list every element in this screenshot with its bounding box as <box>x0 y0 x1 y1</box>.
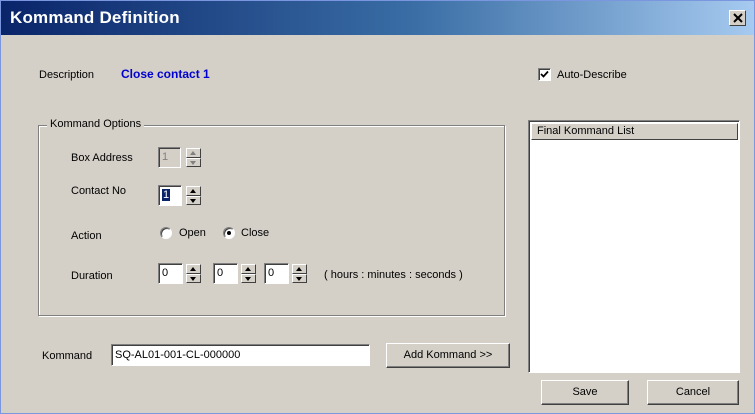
description-value: Close contact 1 <box>121 67 210 81</box>
open-radio[interactable] <box>160 227 172 239</box>
save-button[interactable]: Save <box>541 380 629 405</box>
open-radio-label[interactable]: Open <box>179 227 206 239</box>
duration-minutes-spinner[interactable] <box>241 264 256 283</box>
dialog-title: Kommand Definition <box>10 8 180 27</box>
spin-up-icon[interactable] <box>292 264 307 274</box>
action-label: Action <box>71 230 102 242</box>
contact-no-spinner[interactable] <box>186 186 201 205</box>
spin-down-icon[interactable] <box>186 195 201 205</box>
cancel-button[interactable]: Cancel <box>647 380 739 405</box>
contact-no-input[interactable]: 1 <box>158 185 182 206</box>
description-label: Description <box>39 69 95 81</box>
spin-down-icon[interactable] <box>292 273 307 283</box>
duration-hours-input[interactable]: 0 <box>158 263 183 284</box>
duration-format-hint: ( hours : minutes : seconds ) <box>324 269 463 281</box>
auto-describe-label[interactable]: Auto-Describe <box>557 69 627 81</box>
contact-no-value: 1 <box>162 189 171 201</box>
spin-up-icon[interactable] <box>186 186 201 196</box>
final-kommand-list-header[interactable]: Final Kommand List <box>531 123 738 140</box>
kommand-input[interactable]: SQ-AL01-001-CL-000000 <box>111 344 370 366</box>
close-radio-label[interactable]: Close <box>241 227 269 239</box>
duration-hours-spinner[interactable] <box>186 264 201 283</box>
title-bar[interactable]: Kommand Definition <box>1 1 754 35</box>
spin-down-icon[interactable] <box>186 273 201 283</box>
checkmark-icon <box>540 70 549 78</box>
duration-label: Duration <box>71 270 113 282</box>
auto-describe-checkbox[interactable] <box>538 68 551 81</box>
box-address-input: 1 <box>158 147 181 168</box>
spin-up-icon <box>186 148 201 158</box>
close-button[interactable] <box>729 10 746 26</box>
close-radio[interactable] <box>223 227 235 239</box>
final-kommand-list[interactable]: Final Kommand List <box>528 120 740 373</box>
spin-down-icon <box>186 157 201 167</box>
box-address-spinner <box>186 148 201 167</box>
box-address-label: Box Address <box>71 152 133 164</box>
duration-seconds-spinner[interactable] <box>292 264 307 283</box>
close-icon <box>733 13 743 23</box>
spin-down-icon[interactable] <box>241 273 256 283</box>
duration-seconds-input[interactable]: 0 <box>264 263 289 284</box>
duration-minutes-input[interactable]: 0 <box>213 263 238 284</box>
contact-no-label: Contact No <box>71 185 127 197</box>
add-kommand-button[interactable]: Add Kommand >> <box>386 343 510 368</box>
spin-up-icon[interactable] <box>186 264 201 274</box>
kommand-definition-dialog: Kommand Definition Description Close con… <box>0 0 755 414</box>
kommand-label: Kommand <box>42 350 93 362</box>
kommand-options-title: Kommand Options <box>47 118 145 130</box>
spin-up-icon[interactable] <box>241 264 256 274</box>
